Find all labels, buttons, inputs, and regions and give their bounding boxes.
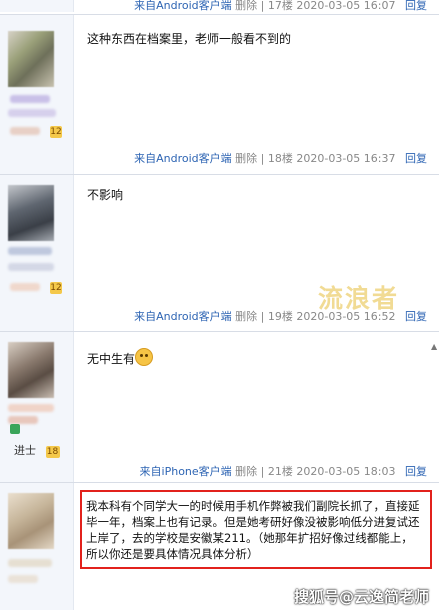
collapse-arrow-icon[interactable]: ▲ xyxy=(431,342,437,351)
client-source-link[interactable]: 来自Android客户端 xyxy=(134,0,232,12)
delete-link[interactable]: 删除 xyxy=(235,465,257,478)
level-badge: 12 xyxy=(50,126,62,138)
client-source-link[interactable]: 来自iPhone客户端 xyxy=(140,465,232,478)
avatar[interactable] xyxy=(8,342,54,398)
user-sidebar: 12 xyxy=(0,175,74,331)
user-sidebar: 12 xyxy=(0,15,74,175)
laughing-emoji-icon xyxy=(135,348,154,366)
delete-link[interactable]: 删除 xyxy=(235,0,257,12)
floor-number: 18楼 xyxy=(267,152,293,165)
avatar[interactable] xyxy=(8,493,54,549)
post-21: 无中生有 来自iPhone客户端 删除 | 21楼 2020-03-05 18:… xyxy=(0,332,439,482)
reply-link[interactable]: 回复 xyxy=(405,310,427,323)
reply-link[interactable]: 回复 xyxy=(405,152,427,165)
floor-number: 21楼 xyxy=(267,465,293,478)
rank-icon xyxy=(10,424,20,434)
post-content: 无中生有 xyxy=(87,348,427,368)
floor-number: 17楼 xyxy=(267,0,293,12)
username-blurred xyxy=(8,247,52,255)
post-meta: 来自iPhone客户端 删除 | 21楼 2020-03-05 18:03 回复 xyxy=(139,465,427,478)
user-info-blurred xyxy=(8,263,54,271)
delete-link[interactable]: 删除 xyxy=(235,310,257,323)
post-date: 2020-03-05 16:37 xyxy=(296,152,396,165)
post-content: 我本科有个同学大一的时候用手机作弊被我们副院长抓了，直接延毕一年，档案上也有记录… xyxy=(86,499,420,561)
avatar[interactable] xyxy=(8,185,54,241)
user-badge-blurred xyxy=(8,575,38,583)
avatar[interactable] xyxy=(8,31,54,87)
client-source-link[interactable]: 来自Android客户端 xyxy=(134,310,232,323)
user-sidebar xyxy=(0,0,74,12)
rank-name: 进士 xyxy=(14,444,36,457)
post-meta: 来自Android客户端 删除 | 18楼 2020-03-05 16:37 回… xyxy=(134,152,427,165)
level-badge: 12 xyxy=(50,282,62,294)
delete-link[interactable]: 删除 xyxy=(235,152,257,165)
user-info-blurred xyxy=(8,559,52,567)
level-badge: 18 xyxy=(45,446,60,458)
user-rank: 进士 18 xyxy=(14,442,60,458)
client-source-link[interactable]: 来自Android客户端 xyxy=(134,152,232,165)
reply-link[interactable]: 回复 xyxy=(405,0,427,12)
post-18: 12 这种东西在档案里，老师一般看不到的 来自Android客户端 删除 | 1… xyxy=(0,15,439,175)
watermark-corner: 搜狐号@云逸简老师 xyxy=(293,588,429,606)
post-content: 不影响 xyxy=(87,188,124,202)
post-date: 2020-03-05 16:07 xyxy=(296,0,396,12)
post-date: 2020-03-05 18:03 xyxy=(296,465,396,478)
user-badge-blurred xyxy=(8,416,38,424)
post-meta: 来自Android客户端 删除 | 17楼 2020-03-05 16:07 回… xyxy=(134,0,427,12)
floor-number: 19楼 xyxy=(267,310,293,323)
user-sidebar xyxy=(0,332,74,482)
user-info-blurred xyxy=(8,109,56,117)
user-badge-blurred xyxy=(10,127,40,135)
reply-link[interactable]: 回复 xyxy=(405,465,427,478)
post-17: 来自Android客户端 删除 | 17楼 2020-03-05 16:07 回… xyxy=(0,0,439,12)
post-text: 无中生有 xyxy=(87,352,136,366)
user-sidebar xyxy=(0,483,74,610)
watermark-center: 流浪者 xyxy=(318,284,400,313)
user-badge-blurred xyxy=(10,283,40,291)
post-content: 这种东西在档案里，老师一般看不到的 xyxy=(87,32,292,46)
username-blurred xyxy=(10,95,50,103)
user-info-blurred xyxy=(8,404,54,412)
